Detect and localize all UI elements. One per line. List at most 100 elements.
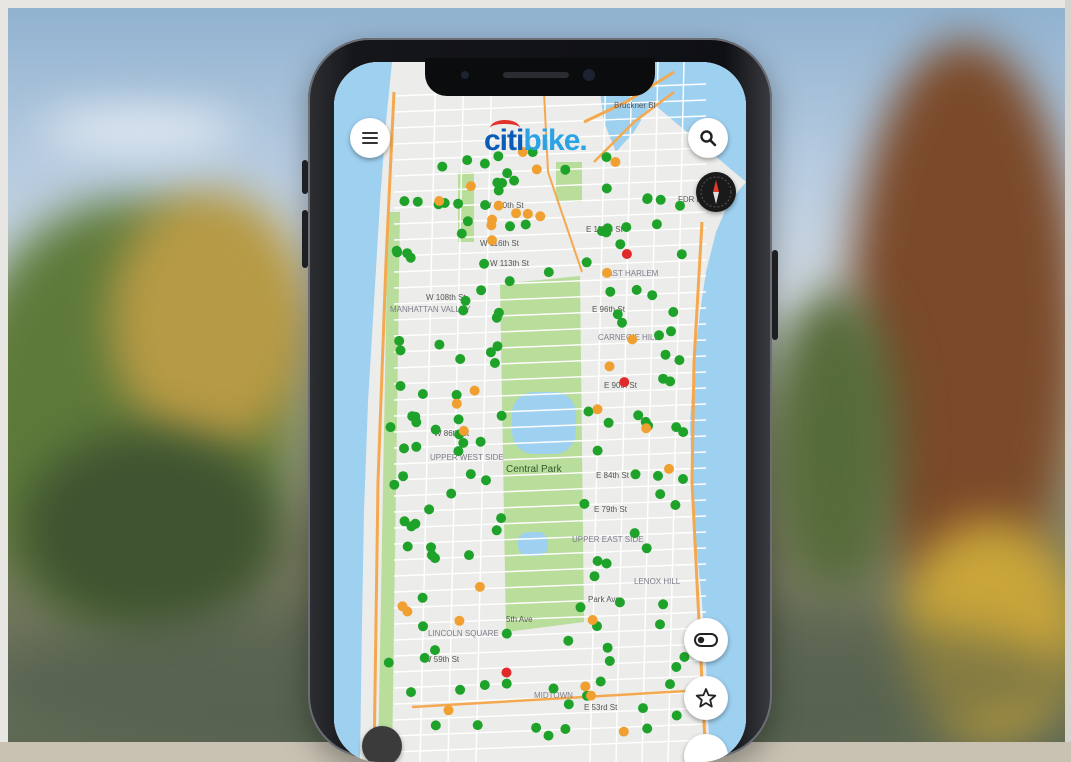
station-available[interactable] <box>601 152 612 163</box>
station-empty[interactable] <box>501 667 512 678</box>
station-available[interactable] <box>675 200 685 211</box>
station-low[interactable] <box>664 463 674 474</box>
station-available[interactable] <box>446 488 457 499</box>
station-available[interactable] <box>426 542 436 553</box>
station-available[interactable] <box>642 193 653 204</box>
station-available[interactable] <box>654 330 664 341</box>
favorites-button[interactable] <box>684 676 728 720</box>
station-available[interactable] <box>475 436 486 447</box>
station-available[interactable] <box>595 676 606 687</box>
station-low[interactable] <box>602 267 612 278</box>
station-available[interactable] <box>543 267 554 278</box>
station-available[interactable] <box>434 339 445 350</box>
station-low[interactable] <box>641 423 652 434</box>
station-available[interactable] <box>671 710 682 721</box>
station-available[interactable] <box>455 354 466 364</box>
station-available[interactable] <box>543 730 554 741</box>
station-available[interactable] <box>451 389 462 400</box>
station-available[interactable] <box>658 373 669 384</box>
station-available[interactable] <box>655 619 665 630</box>
station-low[interactable] <box>535 211 546 222</box>
station-low[interactable] <box>587 615 598 625</box>
station-available[interactable] <box>560 724 571 734</box>
station-available[interactable] <box>563 635 574 646</box>
station-available[interactable] <box>406 687 416 698</box>
station-available[interactable] <box>496 410 507 421</box>
station-available[interactable] <box>612 309 623 320</box>
station-available[interactable] <box>491 525 502 536</box>
station-available[interactable] <box>678 427 689 438</box>
station-available[interactable] <box>563 699 574 710</box>
station-available[interactable] <box>602 642 613 653</box>
station-available[interactable] <box>666 326 676 337</box>
station-available[interactable] <box>476 285 487 296</box>
station-available[interactable] <box>655 489 666 500</box>
station-map[interactable]: Bruckner BlW 120th StW 116th StW 113th S… <box>334 62 746 762</box>
station-available[interactable] <box>458 305 469 316</box>
station-available[interactable] <box>411 441 422 452</box>
station-available[interactable] <box>583 406 594 417</box>
station-available[interactable] <box>633 410 644 421</box>
station-available[interactable] <box>505 221 515 232</box>
station-available[interactable] <box>412 196 423 207</box>
station-low[interactable] <box>454 615 465 626</box>
station-low[interactable] <box>465 181 476 192</box>
station-low[interactable] <box>618 726 629 737</box>
station-available[interactable] <box>614 597 625 608</box>
station-available[interactable] <box>501 678 512 689</box>
station-available[interactable] <box>453 198 464 209</box>
station-available[interactable] <box>548 683 559 694</box>
station-available[interactable] <box>419 652 430 663</box>
station-available[interactable] <box>417 389 428 399</box>
station-available[interactable] <box>453 414 464 425</box>
station-available[interactable] <box>430 720 441 731</box>
station-available[interactable] <box>481 475 491 486</box>
station-available[interactable] <box>491 312 502 323</box>
station-available[interactable] <box>670 500 681 510</box>
station-low[interactable] <box>531 164 542 175</box>
station-available[interactable] <box>630 469 641 480</box>
station-available[interactable] <box>464 550 474 561</box>
station-available[interactable] <box>395 345 406 356</box>
station-available[interactable] <box>455 684 466 695</box>
station-available[interactable] <box>642 723 653 734</box>
station-available[interactable] <box>392 247 403 258</box>
station-available[interactable] <box>398 471 409 482</box>
station-available[interactable] <box>653 470 663 481</box>
station-low[interactable] <box>458 425 469 436</box>
station-available[interactable] <box>575 602 586 613</box>
station-available[interactable] <box>665 679 675 690</box>
station-available[interactable] <box>430 424 441 435</box>
station-available[interactable] <box>489 358 500 368</box>
station-available[interactable] <box>458 437 469 448</box>
station-available[interactable] <box>479 680 490 690</box>
station-low[interactable] <box>592 404 603 415</box>
station-low[interactable] <box>451 398 462 409</box>
station-available[interactable] <box>479 158 490 169</box>
compass-button[interactable] <box>696 172 736 212</box>
station-available[interactable] <box>462 216 473 227</box>
station-available[interactable] <box>660 349 671 360</box>
station-available[interactable] <box>589 571 600 582</box>
station-available[interactable] <box>479 258 490 269</box>
station-available[interactable] <box>601 183 612 194</box>
station-available[interactable] <box>651 219 662 230</box>
station-available[interactable] <box>601 558 612 569</box>
station-low[interactable] <box>580 681 591 692</box>
station-available[interactable] <box>631 284 642 295</box>
station-available[interactable] <box>671 662 682 672</box>
station-available[interactable] <box>629 528 640 539</box>
search-button[interactable] <box>688 118 728 158</box>
station-low[interactable] <box>586 690 596 701</box>
station-available[interactable] <box>641 543 652 554</box>
toggle-layer-button[interactable] <box>684 618 728 662</box>
station-available[interactable] <box>647 290 658 301</box>
station-available[interactable] <box>502 168 513 179</box>
station-available[interactable] <box>485 347 496 358</box>
station-low[interactable] <box>474 581 485 592</box>
station-available[interactable] <box>462 155 473 166</box>
station-available[interactable] <box>394 335 405 346</box>
location-button[interactable] <box>362 726 402 762</box>
station-available[interactable] <box>560 164 571 175</box>
station-low[interactable] <box>604 361 615 372</box>
